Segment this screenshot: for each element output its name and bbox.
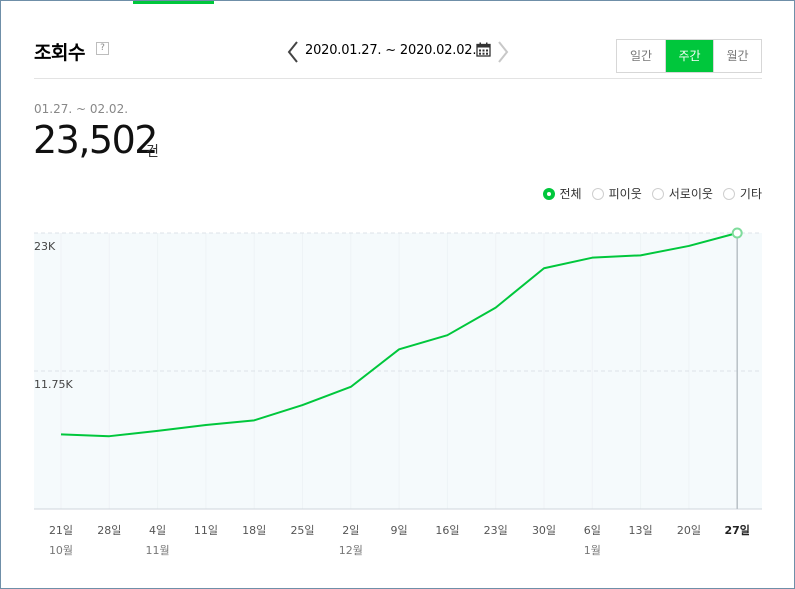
x-tick-label: 18일 — [242, 523, 266, 537]
highlight-point — [731, 227, 743, 239]
x-tick-label: 20일 — [677, 523, 701, 537]
x-tick-label: 25일 — [290, 523, 314, 537]
x-tick-label: 2일 — [342, 523, 359, 537]
x-month-label: 12월 — [339, 544, 363, 557]
x-month-label: 10월 — [49, 544, 73, 557]
x-month-label: 1월 — [584, 544, 601, 557]
x-tick-label: 27일 — [724, 523, 749, 537]
x-tick-label: 23일 — [484, 523, 508, 537]
x-tick-label: 13일 — [629, 523, 653, 537]
x-tick-label: 6일 — [584, 523, 601, 537]
x-tick-label: 30일 — [532, 523, 556, 537]
x-tick-label: 4일 — [149, 523, 166, 537]
y-tick-label: 23K — [34, 240, 56, 253]
x-tick-label: 16일 — [435, 523, 459, 537]
y-tick-label: 11.75K — [34, 378, 73, 391]
x-tick-label: 9일 — [391, 523, 408, 537]
x-tick-label: 28일 — [97, 523, 121, 537]
x-tick-label: 21일 — [49, 523, 73, 537]
x-tick-label: 11일 — [194, 523, 218, 537]
x-month-label: 11월 — [146, 544, 170, 557]
views-line-chart: 23K 11.75K 21일 28일 4일 11일 18일 25일 2일 9일 16일 23일 30일 6… — [34, 227, 762, 557]
